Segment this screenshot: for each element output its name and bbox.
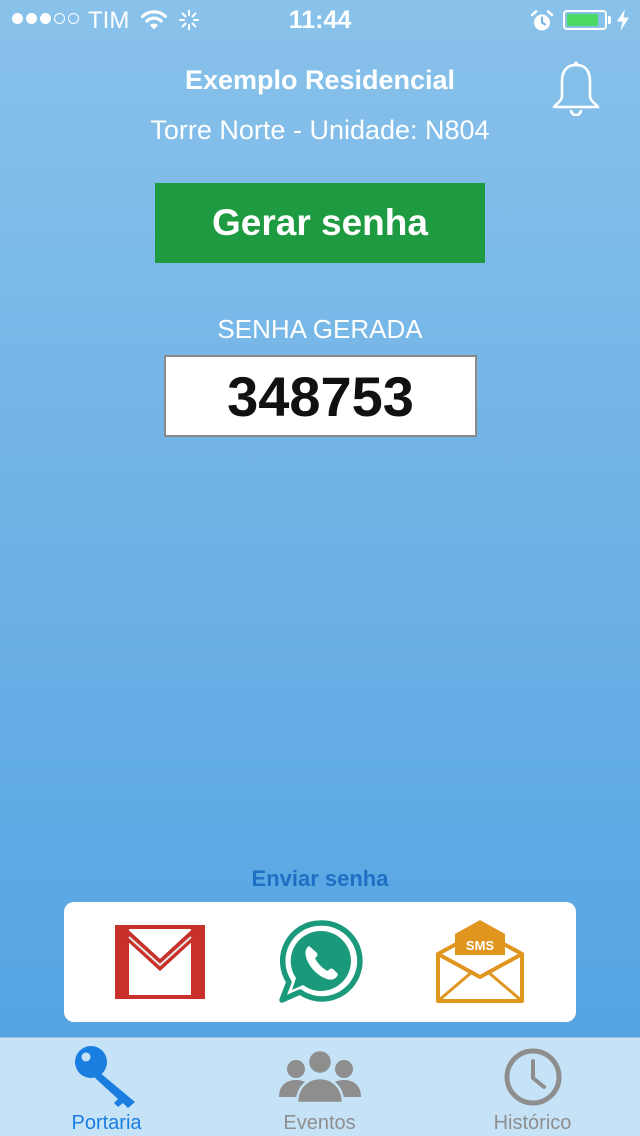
battery-tip (608, 16, 611, 24)
generate-password-button[interactable]: Gerar senha (155, 183, 485, 263)
sms-badge-text: SMS (466, 938, 495, 953)
tab-eventos[interactable]: Eventos (213, 1038, 426, 1136)
condominium-title: Exemplo Residencial (184, 65, 456, 95)
tab-label: Eventos (283, 1112, 356, 1134)
tab-label: Portaria (71, 1112, 142, 1134)
generated-password-label: SENHA GERADA (217, 314, 423, 344)
clock-icon (504, 1048, 561, 1106)
gmail-icon (115, 925, 205, 999)
key-icon (74, 1046, 135, 1108)
battery-level-fill (567, 14, 598, 26)
tab-label: Histórico (493, 1112, 572, 1134)
tab-bar: Portaria Eventos Histórico (0, 1037, 640, 1136)
send-password-label: Enviar senha (251, 866, 389, 891)
share-whatsapp-button[interactable] (274, 916, 366, 1008)
share-gmail-button[interactable] (114, 916, 206, 1008)
charging-bolt-icon (617, 9, 629, 31)
status-bar: TIM 11:44 (0, 0, 640, 40)
notifications-button[interactable] (549, 60, 603, 117)
generated-password-value: 348753 (164, 355, 477, 437)
unit-subtitle: Torre Norte - Unidade: N804 (150, 115, 490, 145)
bell-icon (552, 61, 600, 117)
sms-envelope-icon: SMS (436, 920, 524, 1003)
battery-icon (563, 10, 607, 30)
tab-historico[interactable]: Histórico (426, 1038, 639, 1136)
share-sms-button[interactable]: SMS (434, 916, 526, 1008)
app-screen: TIM 11:44 Exemplo Residencial Torre Nort… (0, 0, 640, 1136)
alarm-clock-icon (530, 10, 554, 31)
whatsapp-icon (279, 920, 363, 1003)
share-options-panel: SMS (64, 902, 576, 1022)
people-group-icon (278, 1048, 361, 1105)
tab-portaria[interactable]: Portaria (0, 1038, 213, 1136)
